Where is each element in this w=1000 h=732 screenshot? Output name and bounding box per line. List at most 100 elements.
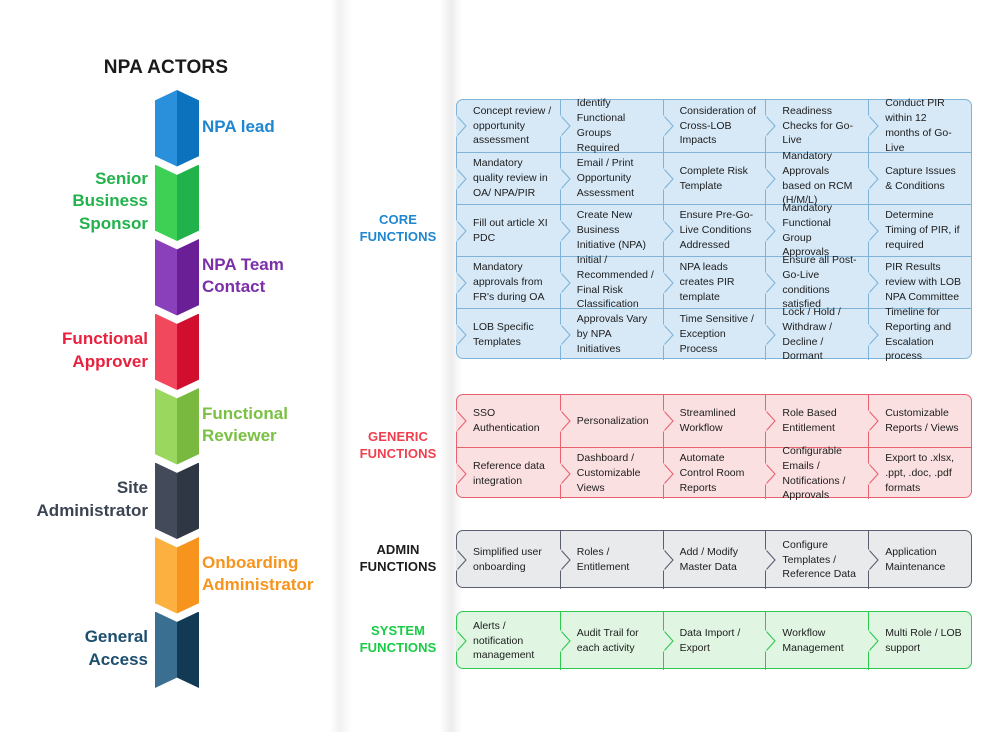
function-cell[interactable]: Simplified user onboarding (456, 531, 560, 589)
function-cell[interactable]: Configurable Emails / Notifications / Ap… (765, 445, 868, 501)
function-cell-label: Roles / Entitlement (576, 546, 630, 573)
function-cell[interactable]: Configure Templates / Reference Data (765, 531, 868, 589)
function-cell-label: Create New Business Initiative (NPA) (576, 209, 647, 251)
function-cell-label: Complete Risk Template (679, 164, 748, 192)
chevron-right-icon (868, 630, 879, 652)
function-cell[interactable]: Alerts / notification management (456, 612, 560, 670)
function-cell[interactable]: Identify Functional Groups Required (559, 97, 663, 154)
function-cell[interactable]: PIR Results review with LOB NPA Committe… (868, 257, 971, 308)
function-cell[interactable]: LOB Specific Templates (456, 309, 560, 360)
function-cell-label: Add / Modify Master Data (679, 546, 738, 573)
function-cell-label: Reference data integration (473, 459, 545, 487)
function-cell[interactable]: Consideration of Cross-LOB Impacts (662, 100, 766, 152)
function-cell[interactable]: Conduct PIR within 12 months of Go-Live (868, 97, 971, 154)
function-cell[interactable]: Email / Print Opportunity Assessment (559, 153, 663, 204)
function-cell[interactable]: Dashboard / Customizable Views (559, 448, 663, 499)
function-cell[interactable]: Ensure Pre-Go-Live Conditions Addressed (662, 205, 766, 256)
chevron-right-icon (456, 271, 467, 294)
function-cell-label: Email / Print Opportunity Assessment (576, 157, 634, 199)
function-block-system: Alerts / notification management Audit Tr… (456, 611, 972, 670)
chevron-right-icon (662, 410, 674, 432)
function-cell[interactable]: Fill out article XI PDC (456, 205, 560, 256)
function-cell-label: Workflow Management (782, 627, 844, 654)
function-cell-label: Lock / Hold / Withdraw / Decline / Dorma… (782, 305, 841, 363)
function-cell[interactable]: Audit Trail for each activity (559, 612, 663, 670)
function-cell[interactable]: Mandatory Functional Group Approvals (765, 202, 868, 258)
chevron-right-icon (559, 167, 571, 190)
function-cell[interactable]: Create New Business Initiative (NPA) (559, 205, 663, 256)
function-cell[interactable]: SSO Authentication (456, 395, 560, 447)
function-cell-label: SSO Authentication (473, 407, 540, 434)
function-cell[interactable]: Mandatory Approvals based on RCM (H/M/L) (765, 150, 868, 206)
function-cell[interactable]: Mandatory approvals from FR's during OA (456, 257, 560, 308)
function-cell-label: Fill out article XI PDC (473, 216, 548, 244)
function-cell-label: NPA leads creates PIR template (679, 261, 735, 303)
function-cell-label: Simplified user onboarding (473, 546, 542, 573)
function-cell-label: Approvals Vary by NPA Initiatives (576, 313, 648, 355)
function-cell[interactable]: Initial / Recommended / Final Risk Class… (559, 254, 663, 310)
function-cell[interactable]: Reference data integration (456, 448, 560, 499)
function-cell[interactable]: Concept review / opportunity assessment (456, 100, 560, 152)
function-cell[interactable]: Approvals Vary by NPA Initiatives (559, 309, 663, 360)
function-row: SSO Authentication Personalization Streaml… (456, 395, 971, 447)
function-cell[interactable]: Application Maintenance (868, 531, 971, 589)
chevron-right-icon (662, 167, 674, 190)
function-cell-label: Mandatory Approvals based on RCM (H/M/L) (782, 149, 853, 207)
function-cell-label: Export to .xlsx, .ppt, .doc, .pdf format… (885, 452, 955, 494)
function-cell-label: Alerts / notification management (473, 619, 535, 662)
chevron-right-icon (765, 630, 777, 652)
function-cell[interactable]: Readiness Checks for Go-Live (765, 100, 868, 152)
function-cell[interactable]: Mandatory quality review in OA/ NPA/PIR (456, 153, 560, 204)
function-cell[interactable]: Roles / Entitlement (559, 531, 663, 589)
function-cell[interactable]: Export to .xlsx, .ppt, .doc, .pdf format… (868, 448, 971, 499)
function-cell[interactable]: Multi Role / LOB support (868, 612, 971, 670)
chevron-right-icon (559, 323, 571, 346)
chevron-right-icon (456, 115, 467, 137)
function-row: Alerts / notification management Audit Tr… (456, 612, 971, 670)
chevron-right-icon (868, 462, 879, 485)
functions-region: Concept review / opportunity assessment I… (0, 0, 1000, 732)
function-cell-label: Data Import / Export (679, 627, 741, 654)
function-cell[interactable]: Role Based Entitlement (765, 395, 868, 447)
function-cell[interactable]: Data Import / Export (662, 612, 766, 670)
function-block-admin: Simplified user onboarding Roles / Entitl… (456, 530, 972, 589)
function-cell-label: Concept review / opportunity assessment (473, 104, 552, 147)
function-cell[interactable]: Automate Control Room Reports (662, 448, 766, 499)
function-row: Concept review / opportunity assessment I… (456, 97, 971, 154)
chevron-right-icon (765, 219, 777, 242)
function-cell[interactable]: Ensure all Post-Go-Live conditions satis… (765, 254, 868, 310)
chevron-right-icon (456, 167, 467, 190)
function-row: Simplified user onboarding Roles / Entitl… (456, 531, 971, 589)
function-cell[interactable]: Customizable Reports / Views (868, 395, 971, 447)
chevron-right-icon (662, 549, 674, 571)
function-cell[interactable]: Streamlined Workflow (662, 395, 766, 447)
function-cell[interactable]: Determine Timing of PIR, if required (868, 205, 971, 256)
chevron-right-icon (559, 115, 571, 137)
function-cell[interactable]: Workflow Management (765, 612, 868, 670)
function-cell-label: Ensure Pre-Go-Live Conditions Addressed (679, 209, 754, 251)
chevron-right-icon (662, 462, 674, 485)
function-cell-label: Initial / Recommended / Final Risk Class… (576, 253, 654, 311)
function-row: Fill out article XI PDC Create New Busine… (456, 202, 971, 258)
chevron-right-icon (456, 549, 467, 571)
function-cell-label: Identify Functional Groups Required (576, 97, 626, 154)
function-cell-label: Application Maintenance (885, 546, 946, 573)
chevron-right-icon (765, 271, 777, 294)
function-cell[interactable]: Lock / Hold / Withdraw / Decline / Dorma… (765, 306, 868, 362)
chevron-right-icon (456, 462, 467, 485)
function-cell[interactable]: Timeline for Reporting and Escalation pr… (868, 306, 971, 362)
function-cell[interactable]: Personalization (559, 395, 663, 447)
function-row: Reference data integration Dashboard / Cu… (456, 445, 971, 501)
chevron-right-icon (765, 115, 777, 137)
function-row: LOB Specific Templates Approvals Vary by … (456, 306, 971, 362)
function-cell[interactable]: NPA leads creates PIR template (662, 257, 766, 308)
function-cell-label: Role Based Entitlement (782, 407, 837, 434)
function-cell[interactable]: Capture Issues & Conditions (868, 153, 971, 204)
chevron-right-icon (559, 462, 571, 485)
chevron-right-icon (765, 462, 777, 485)
function-cell[interactable]: Time Sensitive / Exception Process (662, 309, 766, 360)
function-cell[interactable]: Add / Modify Master Data (662, 531, 766, 589)
function-cell[interactable]: Complete Risk Template (662, 153, 766, 204)
function-block-core: Concept review / opportunity assessment I… (456, 97, 972, 362)
function-cell-label: Automate Control Room Reports (679, 452, 745, 494)
